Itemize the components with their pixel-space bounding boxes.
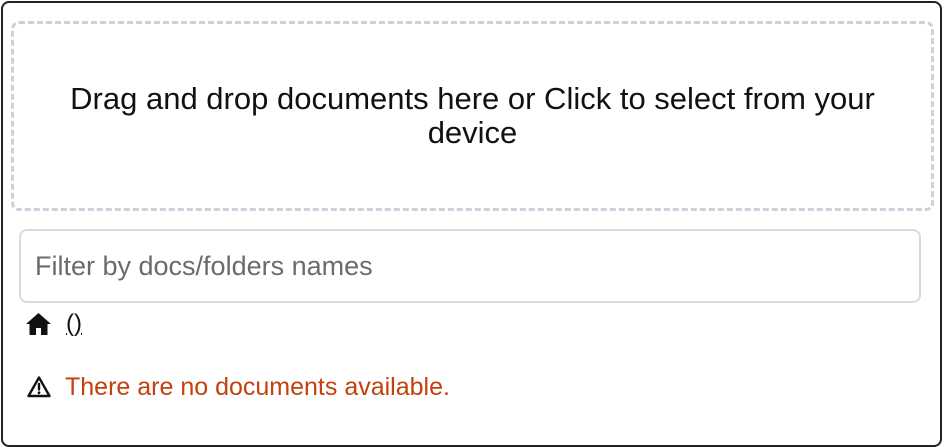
- home-icon: [25, 312, 52, 336]
- warning-triangle-icon: [27, 375, 51, 399]
- filter-input[interactable]: [19, 229, 921, 303]
- breadcrumb: (): [25, 309, 90, 339]
- dropzone-instructions: Drag and drop documents here or Click to…: [70, 81, 875, 150]
- empty-state-message: There are no documents available.: [65, 372, 450, 401]
- empty-state-notice: There are no documents available.: [27, 371, 450, 403]
- breadcrumb-home-link[interactable]: (): [25, 310, 90, 338]
- documents-panel: Drag and drop documents here or Click to…: [1, 1, 942, 447]
- upload-dropzone[interactable]: Drag and drop documents here or Click to…: [11, 21, 934, 211]
- document-count: (): [66, 310, 82, 337]
